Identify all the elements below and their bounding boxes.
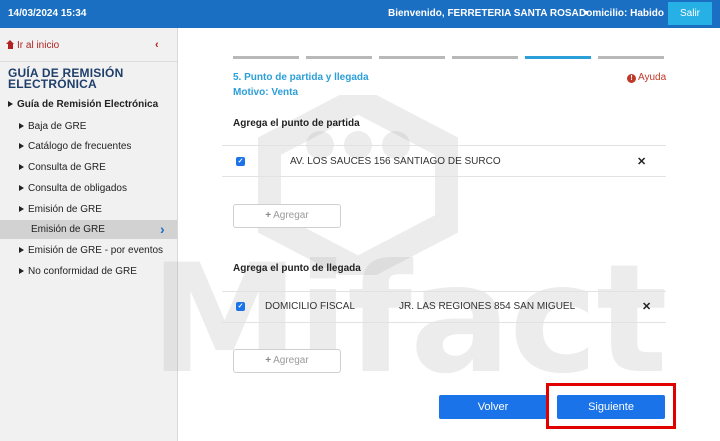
collapse-sidebar-icon[interactable]: ‹ — [155, 39, 159, 51]
triangle-right-icon — [19, 268, 24, 274]
llegada-type: DOMICILIO FISCAL — [265, 301, 356, 312]
step-segment — [379, 56, 445, 59]
step-segment — [233, 56, 299, 59]
partida-section-label: Agrega el punto de partida — [233, 118, 360, 129]
llegada-checkbox[interactable]: ✓ — [236, 302, 245, 311]
home-icon — [6, 40, 15, 49]
user-menu[interactable]: Bienvenido, FERRETERIA SANTA ROSA — [388, 8, 589, 19]
triangle-right-icon — [19, 185, 24, 191]
triangle-right-icon — [19, 164, 24, 170]
sidebar-divider — [0, 61, 177, 62]
plus-icon: + — [265, 210, 272, 221]
plus-icon: + — [265, 355, 272, 366]
welcome-text: Bienvenido, FERRETERIA SANTA ROSA — [388, 8, 579, 19]
add-llegada-button[interactable]: + Agregar — [233, 349, 341, 373]
triangle-right-icon — [19, 206, 24, 212]
domicilio-status: Domicilio: Habido — [579, 8, 664, 19]
llegada-section-label: Agrega el punto de llegada — [233, 263, 361, 274]
triangle-right-icon — [19, 123, 24, 129]
home-link[interactable]: Ir al inicio — [6, 40, 59, 51]
llegada-address: JR. LAS REGIONES 854 SAN MIGUEL — [399, 301, 576, 312]
add-partida-button[interactable]: + Agregar — [233, 204, 341, 228]
partida-checkbox[interactable]: ✓ — [236, 157, 245, 166]
sidebar-root-item[interactable]: Guía de Remisión Electrónica — [8, 99, 158, 110]
step-title: 5. Punto de partida y llegada — [233, 72, 369, 83]
top-bar: 14/03/2024 15:34 Bienvenido, FERRETERIA … — [0, 0, 720, 28]
partida-address: AV. LOS SAUCES 156 SANTIAGO DE SURCO — [290, 156, 501, 167]
divider — [222, 291, 666, 292]
step-segment — [598, 56, 664, 59]
triangle-right-icon — [8, 101, 13, 107]
sidebar-item-baja[interactable]: Baja de GRE — [19, 121, 86, 132]
home-label: Ir al inicio — [17, 40, 60, 51]
sidebar-item-no-conformidad[interactable]: No conformidad de GRE — [19, 266, 137, 277]
remove-partida-icon[interactable]: ✕ — [637, 155, 646, 168]
highlight-box — [546, 383, 676, 429]
sidebar-title: GUÍA DE REMISIÓN ELECTRÓNICA — [8, 66, 124, 91]
sidebar-item-catalogo[interactable]: Catálogo de frecuentes — [19, 141, 131, 152]
datetime: 14/03/2024 15:34 — [8, 8, 87, 19]
triangle-right-icon — [19, 247, 24, 253]
remove-llegada-icon[interactable]: ✕ — [642, 300, 651, 313]
sidebar-item-consulta-obligados[interactable]: Consulta de obligados — [19, 183, 127, 194]
triangle-right-icon — [19, 143, 24, 149]
help-link[interactable]: ! Ayuda — [627, 72, 666, 83]
logout-button[interactable]: Salir — [668, 2, 712, 25]
sidebar-item-emision-eventos[interactable]: Emisión de GRE - por eventos — [19, 245, 163, 256]
divider — [222, 145, 666, 146]
motivo-label: Motivo: Venta — [233, 87, 299, 98]
divider — [222, 322, 666, 323]
sidebar-item-consulta-gre[interactable]: Consulta de GRE — [19, 162, 106, 173]
info-icon: ! — [627, 74, 636, 83]
divider — [222, 176, 666, 177]
step-segment — [452, 56, 518, 59]
watermark-text: Mifact — [150, 233, 668, 407]
step-segment — [306, 56, 372, 59]
step-segment — [525, 56, 591, 59]
sidebar-item-emision[interactable]: Emisión de GRE — [19, 204, 102, 215]
back-button[interactable]: Volver — [439, 395, 547, 419]
